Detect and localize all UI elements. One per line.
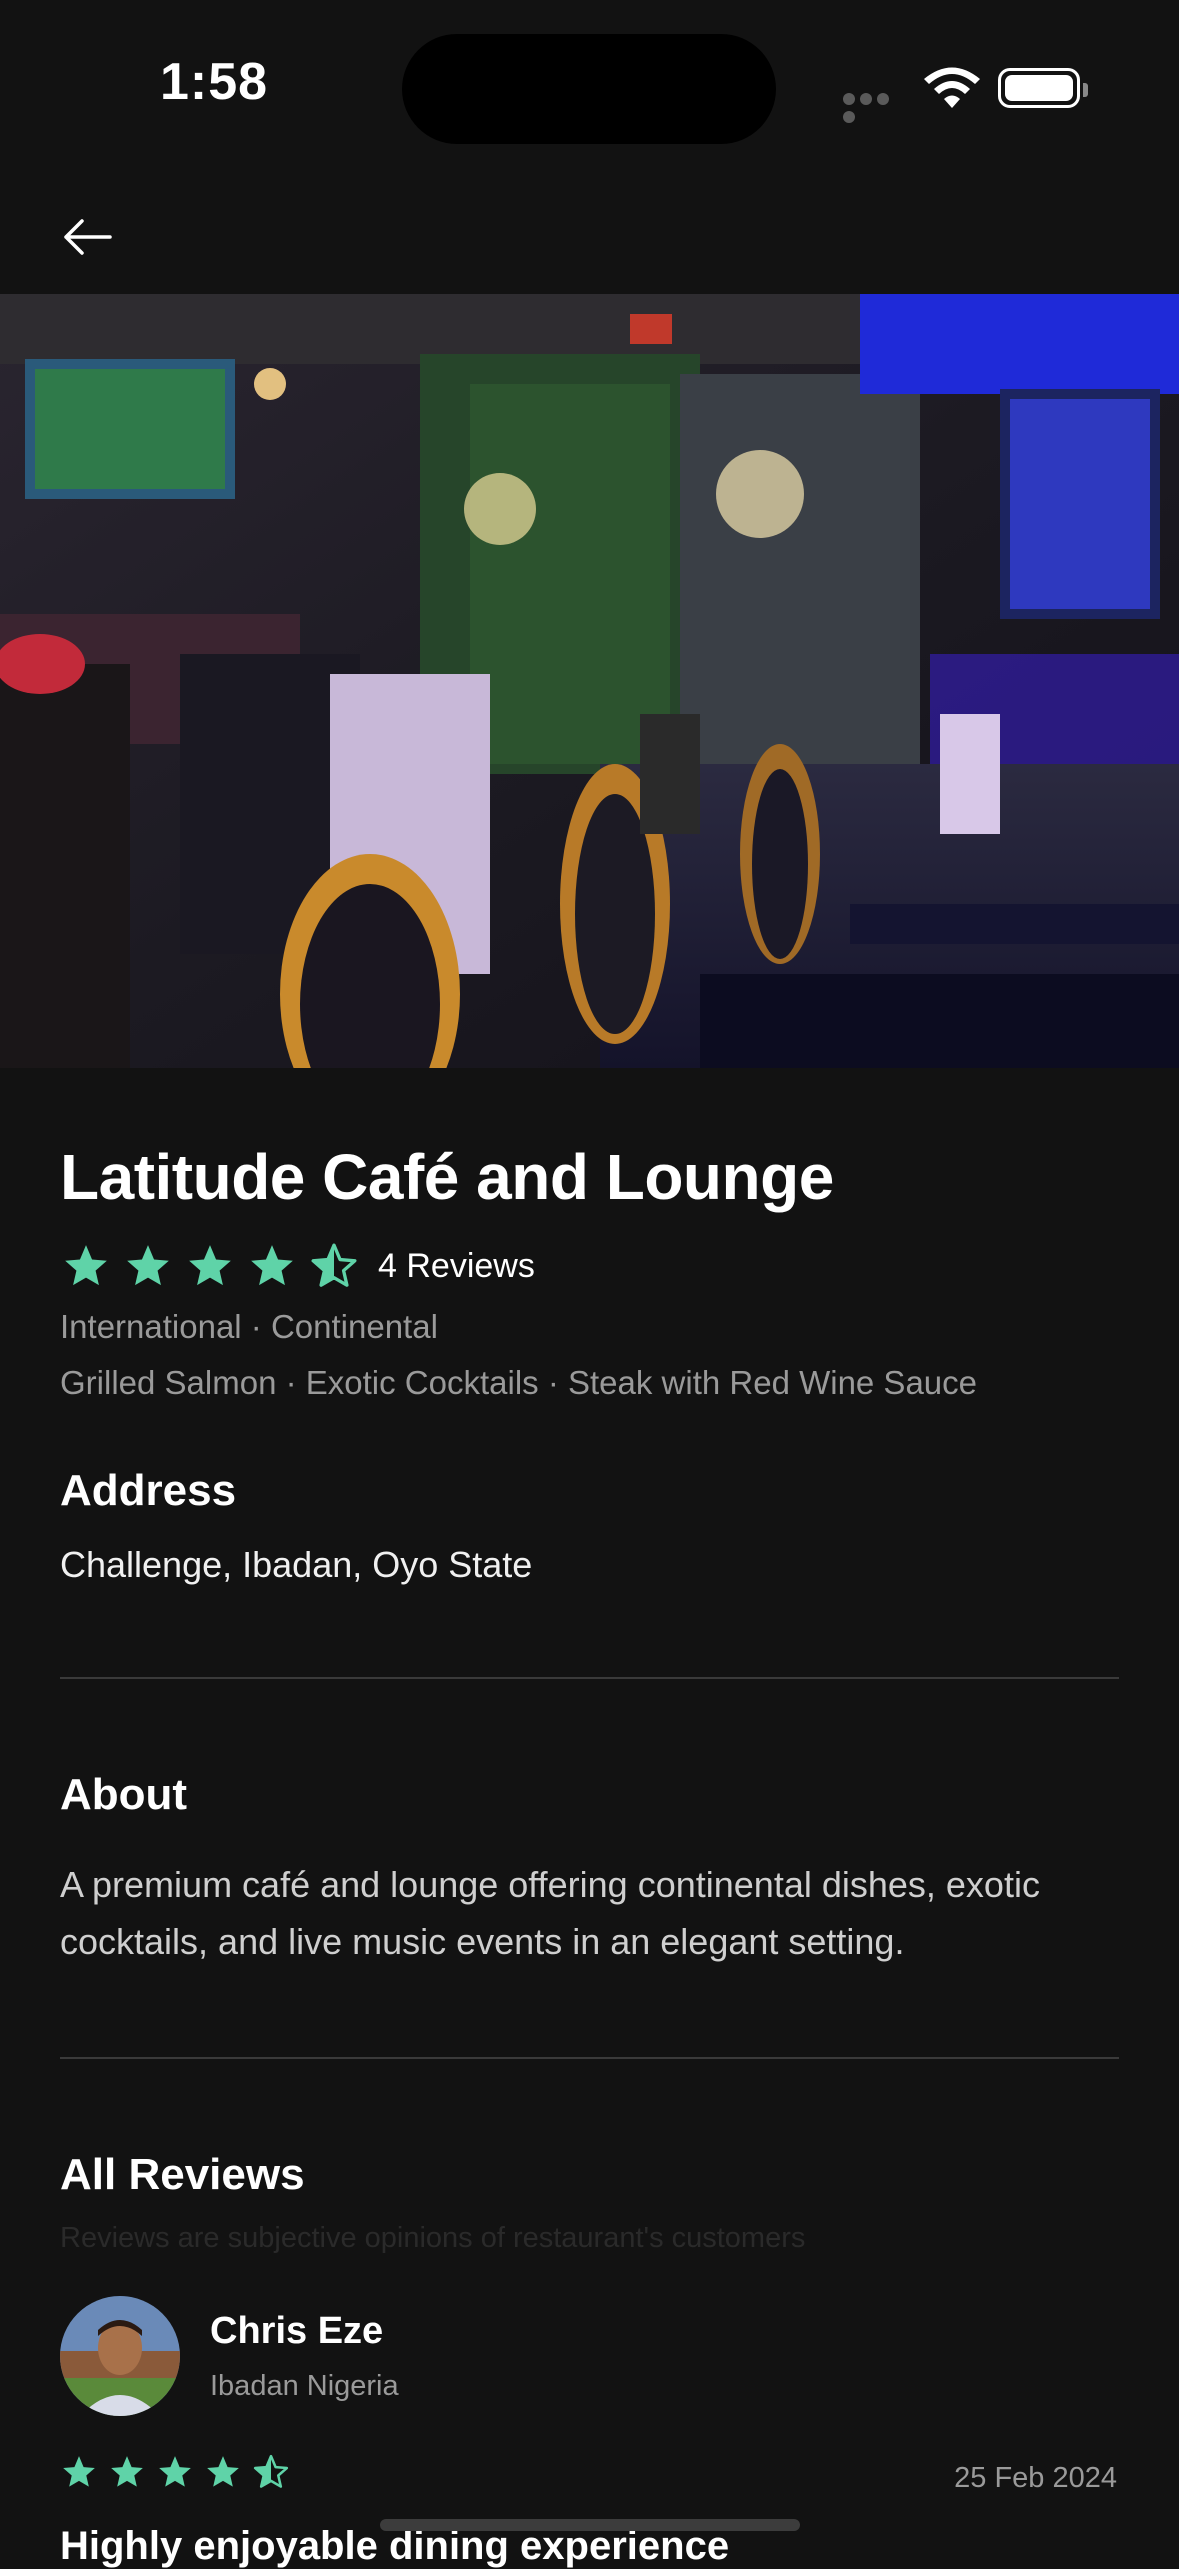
- cuisine-tags: International · Continental: [60, 1308, 438, 1345]
- reviewer-location: Ibadan Nigeria: [210, 2370, 399, 2402]
- battery-icon: [998, 68, 1088, 108]
- star-icon: [111, 2456, 143, 2487]
- restaurant-name: Latitude Café and Lounge: [60, 1141, 834, 1213]
- status-time: 1:58: [160, 53, 269, 111]
- star-icon: [251, 1245, 293, 1286]
- reviews-heading: All Reviews: [60, 2150, 305, 2199]
- back-arrow-icon[interactable]: [60, 210, 114, 264]
- dynamic-island: [402, 34, 776, 144]
- star-icon: [127, 1245, 169, 1286]
- signature-dishes: Grilled Salmon · Exotic Cocktails · Stea…: [60, 1364, 978, 1401]
- wifi-icon: [924, 67, 980, 108]
- star-icon: [63, 2456, 95, 2487]
- restaurant-hero-image: [0, 294, 1179, 1068]
- avatar: [60, 2296, 180, 2416]
- address-value: Challenge, Ibadan, Oyo State: [60, 1544, 533, 1585]
- address-heading: Address: [60, 1466, 237, 1515]
- restaurant-rating: 4 Reviews: [60, 1236, 535, 1296]
- review-date: 25 Feb 2024: [954, 2462, 1117, 2494]
- reviews-subtitle: Reviews are subjective opinions of resta…: [60, 2222, 806, 2254]
- divider: [60, 2057, 1119, 2059]
- star-icon: [207, 2456, 239, 2487]
- half-star-icon: [311, 1243, 357, 1287]
- star-icon: [65, 1245, 107, 1286]
- star-icon: [189, 1245, 231, 1286]
- home-indicator[interactable]: [380, 2519, 800, 2531]
- about-heading: About: [60, 1770, 188, 1819]
- half-star-icon: [253, 2454, 289, 2488]
- review-rating: [60, 2450, 300, 2494]
- reviewer-name: Chris Eze: [210, 2310, 384, 2352]
- cellular-signal-icon: [843, 92, 907, 123]
- divider: [60, 1677, 1119, 1679]
- star-icon: [159, 2456, 191, 2487]
- about-text: A premium café and lounge offering conti…: [60, 1864, 1040, 1962]
- reviews-count[interactable]: 4 Reviews: [378, 1247, 535, 1286]
